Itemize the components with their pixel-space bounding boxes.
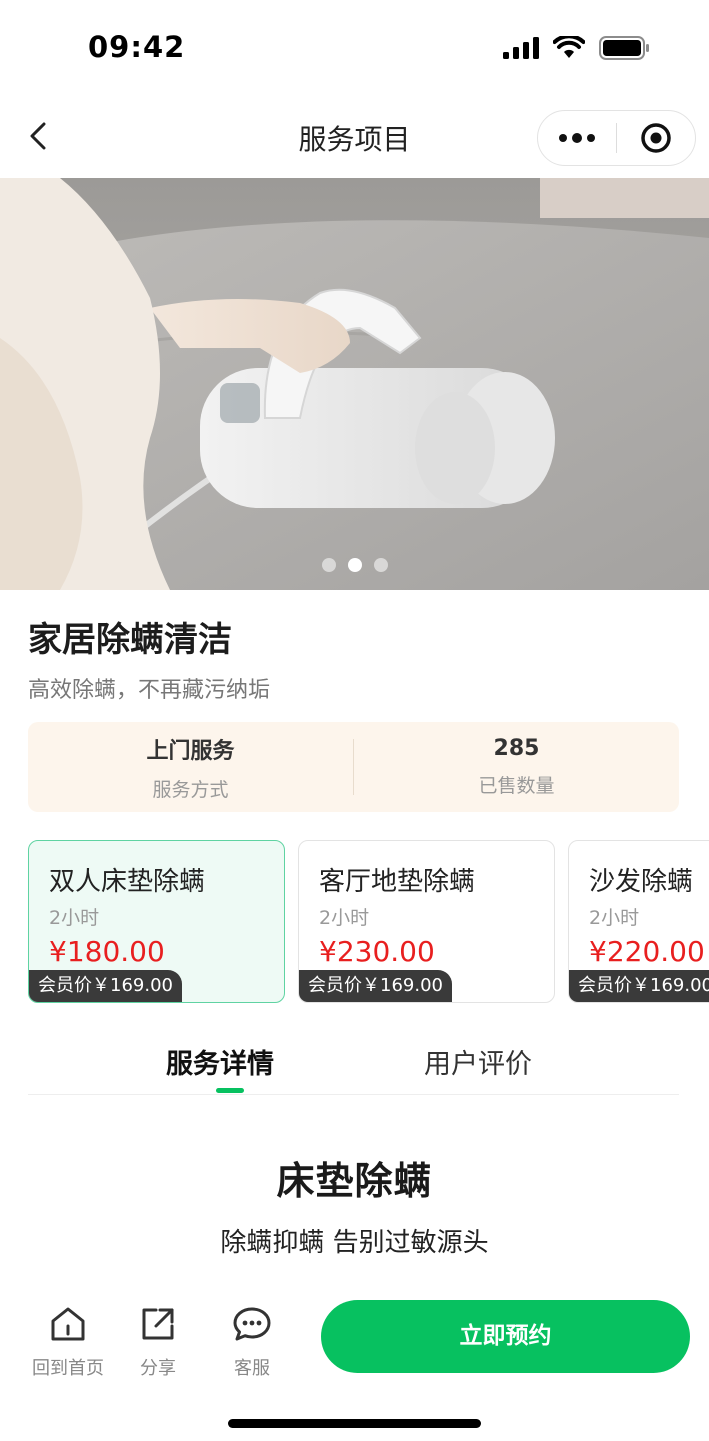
banner-dot-active[interactable] (347, 558, 362, 572)
tab-active-indicator (216, 1088, 244, 1093)
more-dots-icon[interactable] (538, 111, 616, 165)
bottom-action-bar: 回到首页 分享 客服 立即预约 (0, 1290, 709, 1395)
customer-service-button[interactable]: 客服 (207, 1304, 297, 1380)
package-list[interactable]: 双人床垫除螨 2小时 ¥180.00 会员价￥169.00 客厅地垫除螨 2小时… (28, 840, 709, 1004)
tab-service-details[interactable]: 服务详情 (166, 1042, 274, 1081)
sold-count-cell: 285 已售数量 (354, 736, 679, 798)
sold-count-value: 285 (493, 736, 540, 761)
banner-dot[interactable] (321, 558, 336, 572)
status-icons (503, 36, 651, 60)
share-icon (142, 1308, 174, 1340)
package-price: ¥180.00 (49, 935, 165, 968)
signal-icon (503, 37, 539, 59)
detail-tabs: 服务详情 用户评价 (0, 1018, 709, 1098)
package-duration: 2小时 (49, 907, 100, 929)
home-button[interactable]: 回到首页 (23, 1304, 113, 1380)
member-price-badge: 会员价￥169.00 (569, 970, 709, 1002)
package-name: 沙发除螨 (589, 867, 694, 897)
package-duration: 2小时 (319, 907, 370, 929)
package-price: ¥220.00 (589, 935, 705, 968)
product-banner[interactable] (0, 178, 709, 590)
package-card[interactable]: 沙发除螨 2小时 ¥220.00 会员价￥169.00 (568, 840, 709, 1003)
service-method-label: 服务方式 (152, 778, 229, 801)
detail-subheading: 除螨抑螨 告别过敏源头 (220, 1228, 489, 1258)
package-name: 双人床垫除螨 (49, 867, 206, 897)
detail-heading: 床垫除螨 (276, 1159, 433, 1203)
home-label: 回到首页 (32, 1358, 104, 1379)
product-subtitle: 高效除螨，不再藏污纳垢 (28, 678, 271, 703)
service-method-cell: 上门服务 服务方式 (28, 733, 353, 802)
banner-pagination (0, 558, 709, 572)
member-price-badge: 会员价￥169.00 (299, 970, 452, 1002)
package-name: 客厅地垫除螨 (319, 867, 476, 897)
chat-icon (233, 1307, 271, 1341)
product-title: 家居除螨清洁 (28, 620, 232, 660)
package-card-selected[interactable]: 双人床垫除螨 2小时 ¥180.00 会员价￥169.00 (28, 840, 285, 1003)
miniapp-capsule (537, 110, 696, 166)
wifi-icon (553, 36, 585, 58)
status-time: 09:42 (88, 30, 186, 64)
package-price: ¥230.00 (319, 935, 435, 968)
service-label: 客服 (234, 1358, 270, 1379)
tab-user-reviews[interactable]: 用户评价 (424, 1042, 532, 1081)
sold-count-label: 已售数量 (478, 775, 555, 797)
package-duration: 2小时 (589, 907, 640, 929)
home-indicator (228, 1419, 481, 1428)
member-price-badge: 会员价￥169.00 (29, 970, 182, 1002)
service-method-value: 上门服务 (146, 738, 235, 764)
tab-divider (28, 1094, 679, 1095)
service-info-panel: 上门服务 服务方式 285 已售数量 (28, 722, 679, 812)
package-card[interactable]: 客厅地垫除螨 2小时 ¥230.00 会员价￥169.00 (298, 840, 555, 1003)
target-close-icon[interactable] (617, 111, 695, 165)
home-icon (51, 1307, 85, 1341)
battery-icon (599, 36, 649, 60)
nav-bar: 服务项目 (0, 96, 709, 178)
share-label: 分享 (140, 1358, 176, 1379)
status-bar: 09:42 (0, 0, 709, 96)
book-now-button[interactable]: 立即预约 (321, 1300, 690, 1373)
banner-dot[interactable] (373, 558, 388, 572)
share-button[interactable]: 分享 (113, 1304, 203, 1380)
banner-image (0, 178, 709, 590)
